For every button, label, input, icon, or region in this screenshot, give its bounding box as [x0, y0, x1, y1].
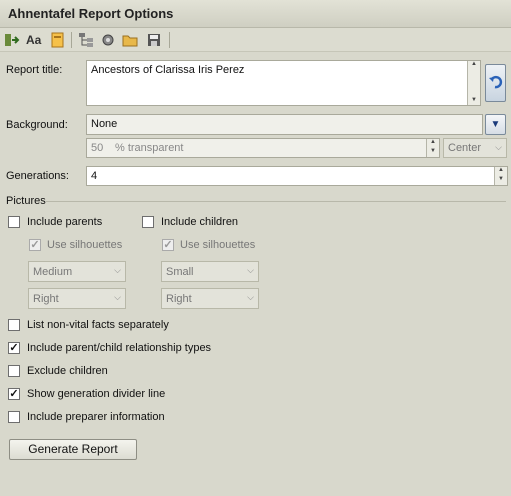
background-position-value: Center [448, 142, 482, 154]
document-icon[interactable] [50, 32, 66, 48]
folder-icon[interactable] [122, 32, 138, 48]
transparency-unit: % transparent [115, 142, 184, 154]
children-align-select[interactable]: Right ⌵ [161, 288, 259, 309]
parents-use-silhouettes-checkbox[interactable]: ✓ [29, 239, 41, 251]
background-position-select[interactable]: Center ⌵ [443, 138, 507, 158]
report-title-value: Ancestors of Clarissa Iris Perez [91, 64, 245, 76]
chevron-down-icon: ⌵ [114, 265, 121, 275]
list-non-vital-facts-checkbox[interactable] [8, 319, 20, 331]
toolbar-separator [169, 32, 170, 48]
children-size-select[interactable]: Small ⌵ [161, 261, 259, 282]
undo-button[interactable] [485, 64, 506, 102]
toolbar: Aa [0, 28, 511, 52]
background-label: Background: [6, 119, 68, 131]
background-dropdown-button[interactable]: ▼ [485, 114, 506, 135]
transparency-spinner[interactable]: ▲ ▼ [426, 139, 439, 157]
show-generation-divider-checkbox[interactable]: ✓ [8, 388, 20, 400]
exclude-children-checkbox[interactable] [8, 365, 20, 377]
exclude-children-label: Exclude children [27, 365, 108, 377]
chevron-down-icon: ⌵ [114, 292, 121, 302]
include-children-checkbox[interactable] [142, 216, 154, 228]
children-align-value: Right [166, 293, 192, 305]
window-title: Ahnentafel Report Options [8, 6, 174, 21]
transparency-input[interactable]: 50 % transparent ▲ ▼ [86, 138, 440, 158]
include-parents-checkbox[interactable] [8, 216, 20, 228]
report-title-scrollbar[interactable]: ▲ ▼ [467, 61, 480, 105]
generations-spinner[interactable]: ▲ ▼ [494, 167, 507, 185]
generations-label: Generations: [6, 170, 69, 182]
report-title-label: Report title: [6, 64, 63, 76]
chevron-down-icon: ⌵ [247, 292, 254, 302]
pictures-divider [46, 201, 506, 202]
generations-input[interactable]: 4 ▲ ▼ [86, 166, 508, 186]
undo-icon [489, 75, 503, 89]
parents-size-value: Medium [33, 266, 73, 278]
children-size-value: Small [166, 266, 194, 278]
include-parents-label: Include parents [27, 216, 103, 228]
parents-size-select[interactable]: Medium ⌵ [28, 261, 126, 282]
chevron-down-icon: ⌵ [247, 265, 254, 275]
parents-align-select[interactable]: Right ⌵ [28, 288, 126, 309]
report-title-input[interactable]: Ancestors of Clarissa Iris Perez ▲ ▼ [86, 60, 481, 106]
generations-value: 4 [91, 170, 98, 182]
children-use-silhouettes-label: Use silhouettes [180, 239, 256, 251]
font-icon[interactable]: Aa [26, 32, 44, 48]
list-non-vital-facts-label: List non-vital facts separately [27, 319, 169, 331]
parents-use-silhouettes-label: Use silhouettes [47, 239, 123, 251]
settings-gear-icon[interactable] [100, 32, 116, 48]
toolbar-separator [71, 32, 72, 48]
background-value: None [91, 118, 118, 130]
include-relationship-types-checkbox[interactable]: ✓ [8, 342, 20, 354]
chevron-down-icon: ▼ [490, 119, 501, 130]
background-select[interactable]: None [86, 114, 483, 135]
chevron-down-icon: ⌵ [495, 142, 502, 152]
pictures-section-label: Pictures [6, 195, 46, 207]
add-person-icon[interactable] [4, 32, 20, 48]
parents-align-value: Right [33, 293, 59, 305]
window-titlebar: Ahnentafel Report Options [0, 0, 511, 28]
tree-chart-icon[interactable] [78, 32, 94, 48]
children-use-silhouettes-checkbox[interactable]: ✓ [162, 239, 174, 251]
include-relationship-types-label: Include parent/child relationship types [27, 342, 212, 354]
include-preparer-label: Include preparer information [27, 411, 165, 423]
save-icon[interactable] [146, 32, 162, 48]
transparency-value: 50 [91, 142, 104, 154]
include-children-label: Include children [161, 216, 239, 228]
show-generation-divider-label: Show generation divider line [27, 388, 166, 400]
generate-report-button[interactable]: Generate Report [9, 439, 137, 460]
include-preparer-checkbox[interactable] [8, 411, 20, 423]
